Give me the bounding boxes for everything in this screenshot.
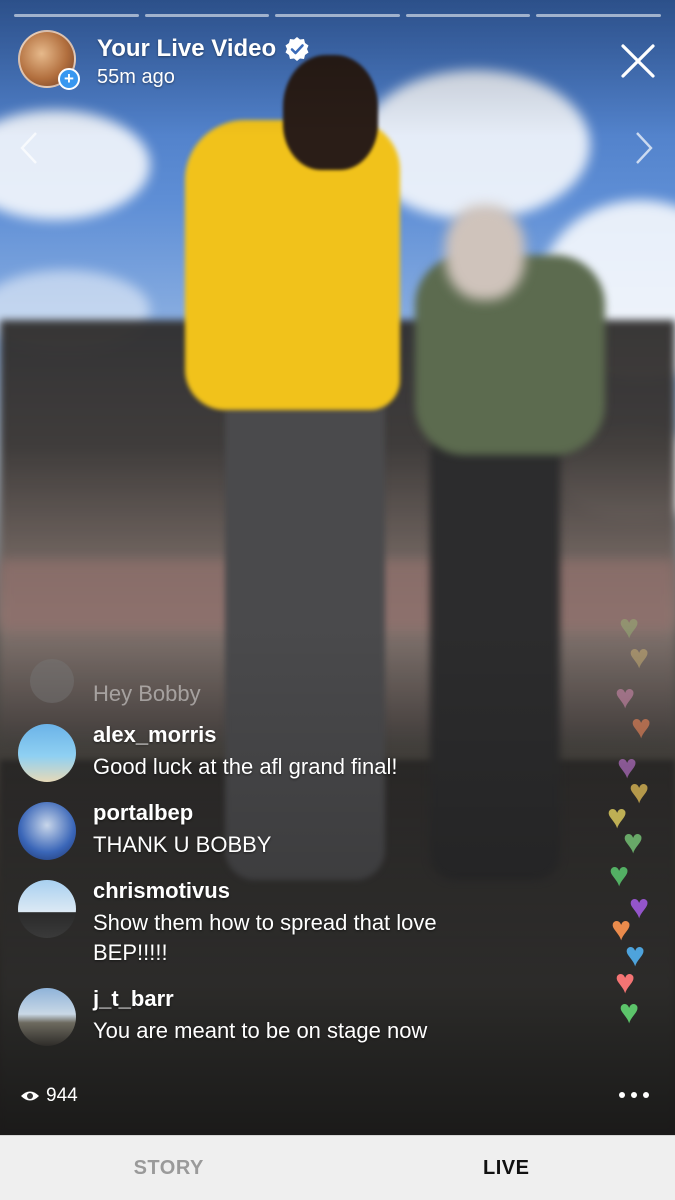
- close-icon[interactable]: [619, 42, 657, 80]
- story-progress-bar: [14, 14, 661, 17]
- progress-segment: [405, 14, 531, 17]
- progress-segment: [536, 14, 661, 17]
- heart-icon: ♥: [629, 773, 650, 811]
- heart-icon: ♥: [619, 993, 640, 1031]
- more-options-icon[interactable]: [619, 1088, 649, 1102]
- verified-badge-icon: [285, 37, 309, 61]
- tab-story[interactable]: STORY: [0, 1136, 338, 1200]
- viewer-count-value: 944: [46, 1085, 78, 1106]
- comment-message: Good luck at the afl grand final!: [93, 754, 398, 779]
- comment-message: Hey Bobby: [93, 681, 201, 706]
- live-video-screen: + Your Live Video 55m ago Hey Bobby alex…: [0, 0, 675, 1200]
- timestamp: 55m ago: [97, 66, 175, 88]
- comment-message: Show them how to spread that love BEP!!!…: [93, 910, 437, 965]
- progress-segment: [275, 14, 400, 17]
- chevron-left-icon[interactable]: [16, 130, 42, 166]
- comment-message: THANK U BOBBY: [93, 832, 272, 857]
- dot: [631, 1092, 637, 1098]
- comment-avatar[interactable]: [18, 802, 76, 860]
- heart-icon: ♥: [623, 823, 644, 861]
- eye-icon: [21, 1091, 39, 1101]
- comment-username[interactable]: portalbep: [93, 800, 193, 826]
- comment-avatar[interactable]: [18, 988, 76, 1046]
- heart-icon: ♥: [629, 888, 650, 926]
- comment-avatar[interactable]: [18, 724, 76, 782]
- heart-icon: ♥: [609, 856, 630, 894]
- header-title-row: Your Live Video: [97, 35, 310, 63]
- profile-avatar-wrap[interactable]: +: [18, 30, 80, 90]
- tab-live[interactable]: LIVE: [338, 1136, 675, 1200]
- chevron-right-icon[interactable]: [631, 130, 657, 166]
- comment-username[interactable]: alex_morris: [93, 722, 217, 748]
- dot: [643, 1092, 649, 1098]
- comment-avatar[interactable]: [18, 880, 76, 938]
- bottom-tab-bar: STORY LIVE: [0, 1135, 675, 1200]
- add-story-icon[interactable]: +: [58, 68, 80, 90]
- dot: [619, 1092, 625, 1098]
- heart-icon: ♥: [631, 708, 652, 746]
- heart-icon: ♥: [629, 638, 650, 676]
- comment-avatar: [30, 659, 74, 703]
- progress-segment: [144, 14, 270, 17]
- floating-hearts: ♥ ♥ ♥ ♥ ♥ ♥ ♥ ♥ ♥ ♥ ♥ ♥ ♥ ♥: [595, 600, 675, 1040]
- comment-message: You are meant to be on stage now: [93, 1018, 428, 1043]
- comment-username[interactable]: chrismotivus: [93, 878, 230, 904]
- progress-segment: [14, 14, 139, 17]
- viewer-count[interactable]: 944: [20, 1085, 78, 1107]
- page-title[interactable]: Your Live Video: [97, 35, 276, 63]
- comment-username[interactable]: j_t_barr: [93, 986, 174, 1012]
